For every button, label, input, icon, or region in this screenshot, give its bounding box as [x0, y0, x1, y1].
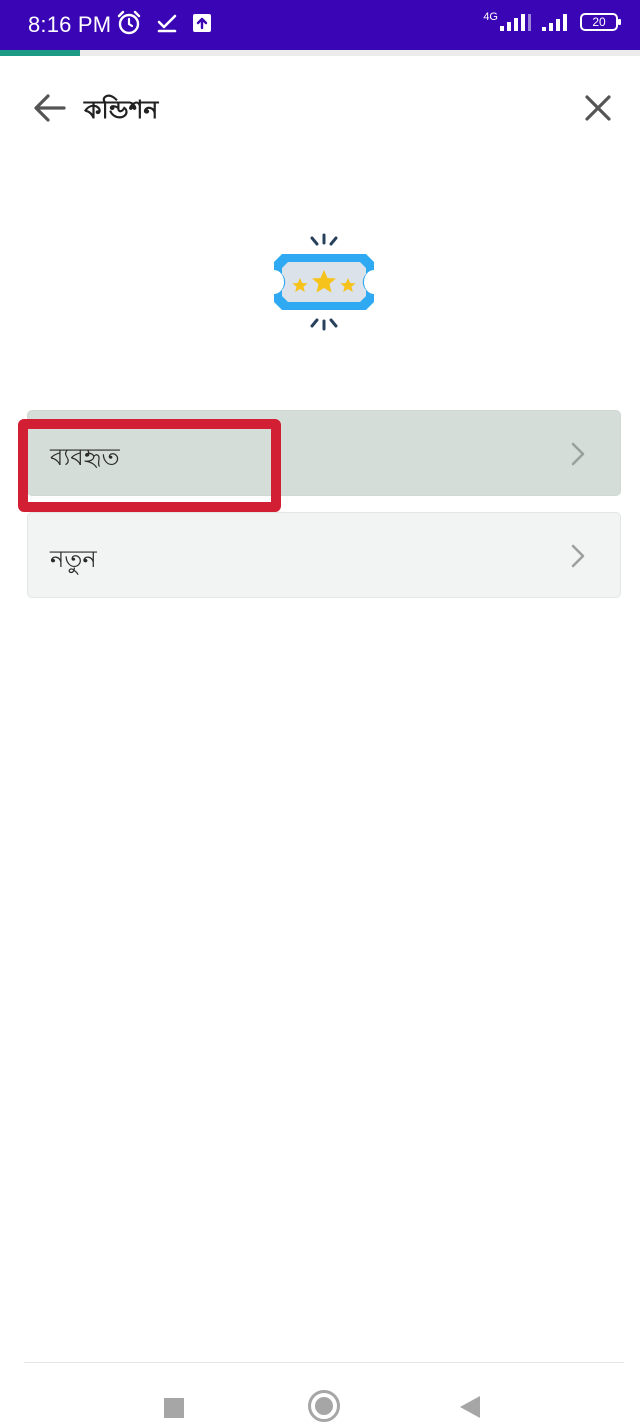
check-download-icon — [157, 14, 177, 33]
stars-ticket-icon — [274, 233, 374, 331]
system-nav-bar — [0, 1363, 640, 1422]
option-used[interactable]: ব্যবহৃত — [27, 410, 621, 496]
option-new-label: নতুন — [50, 545, 97, 573]
page-title: কন্ডিশন — [84, 95, 159, 124]
signal-icon — [500, 14, 531, 31]
upload-icon — [193, 14, 211, 32]
home-icon[interactable] — [308, 1390, 340, 1422]
status-bar: 8:16 PM 4G 20 — [0, 0, 640, 50]
option-new[interactable]: নতুন — [27, 512, 621, 598]
signal-icon — [542, 14, 567, 31]
chevron-right-icon — [571, 442, 585, 466]
alarm-icon — [117, 10, 141, 35]
option-used-label: ব্যবহৃত — [50, 443, 120, 471]
close-icon[interactable] — [580, 90, 616, 126]
network-type: 4G — [483, 11, 498, 23]
battery-icon: 20 — [580, 13, 621, 31]
back-triangle-icon[interactable] — [458, 1394, 482, 1420]
status-icons-left — [116, 10, 212, 36]
status-icons-right: 4G 20 — [483, 11, 621, 32]
arrow-left-icon[interactable] — [30, 90, 70, 126]
recent-apps-icon[interactable] — [164, 1398, 184, 1418]
app-header: কন্ডিশন — [0, 56, 640, 166]
chevron-right-icon — [571, 544, 585, 568]
status-time: 8:16 PM — [28, 12, 112, 37]
